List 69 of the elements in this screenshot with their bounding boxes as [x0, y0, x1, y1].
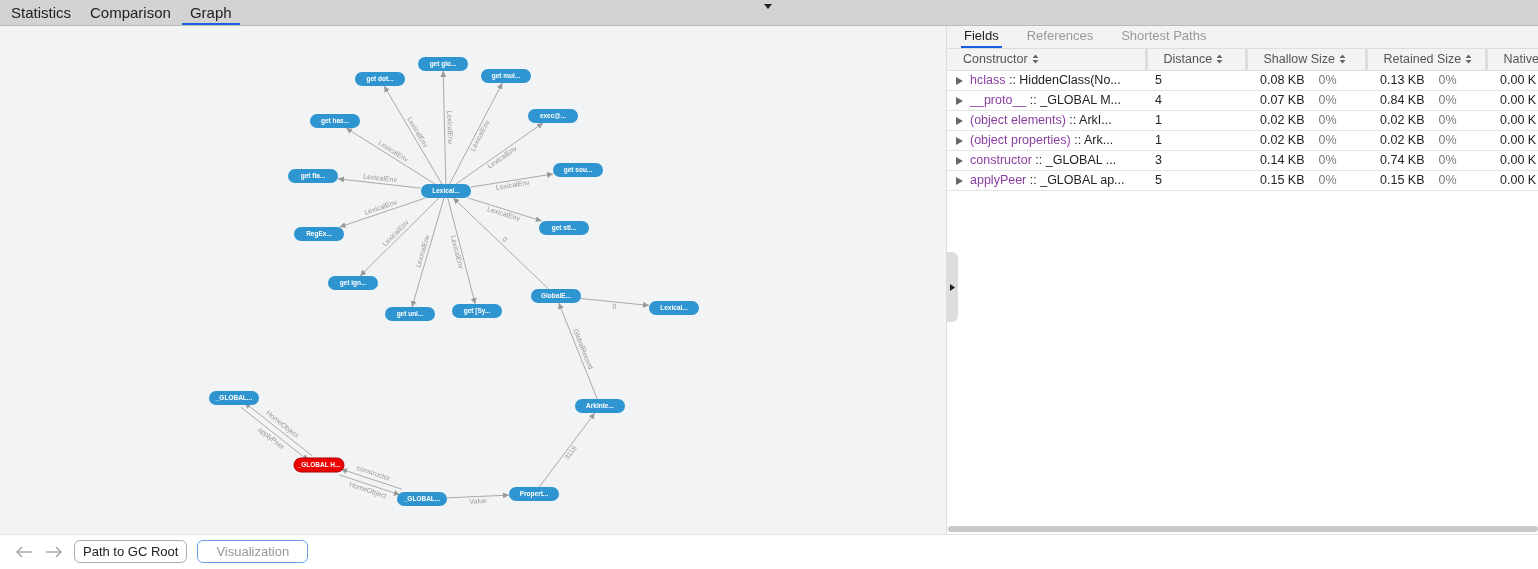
view-tab[interactable]: Statistics: [3, 0, 79, 25]
detail-tab[interactable]: References: [1023, 26, 1097, 48]
expand-arrow-icon[interactable]: [956, 156, 963, 165]
size-percent: 0%: [1318, 133, 1337, 148]
expand-arrow-icon[interactable]: [956, 96, 963, 105]
field-name: hclass: [970, 73, 1006, 88]
shallow-size: 0.08 KB: [1260, 73, 1305, 88]
retained-size: 0.02 KB: [1380, 113, 1425, 128]
expand-arrow-icon[interactable]: [956, 116, 963, 125]
native-size: 0.00 K: [1486, 170, 1538, 191]
retained-size: 0.15 KB: [1380, 173, 1425, 188]
size-percent: 0%: [1318, 73, 1337, 88]
native-size: 0.00 K: [1486, 90, 1538, 111]
distance-cell: 4: [1146, 90, 1246, 111]
view-button[interactable]: Path to GC Root: [74, 540, 188, 563]
field-type: :: _GLOBAL ...: [1035, 153, 1117, 168]
field-type: :: HiddenClass(No...: [1008, 73, 1121, 88]
field-name: applyPeer: [970, 173, 1027, 188]
size-percent: 0%: [1318, 153, 1337, 168]
size-percent: 0%: [1438, 133, 1457, 148]
field-type: :: _GLOBAL ap...: [1029, 173, 1125, 188]
shallow-size: 0.15 KB: [1260, 173, 1305, 188]
field-name: (object elements): [970, 113, 1066, 128]
sort-icon[interactable]: [1465, 54, 1473, 65]
collapse-arrow-icon: [950, 283, 955, 291]
size-percent: 0%: [1438, 93, 1457, 108]
field-type: :: ArkI...: [1069, 113, 1112, 128]
size-percent: 0%: [1318, 173, 1337, 188]
sort-icon[interactable]: [1031, 54, 1039, 65]
distance-cell: 5: [1146, 70, 1246, 91]
native-size: 0.00 K: [1486, 130, 1538, 151]
shallow-size: 0.02 KB: [1260, 113, 1305, 128]
size-percent: 0%: [1318, 113, 1337, 128]
distance-cell: 1: [1146, 130, 1246, 151]
view-button[interactable]: Visualization: [197, 540, 309, 563]
field-name: __proto__: [970, 93, 1027, 108]
retained-size: 0.13 KB: [1380, 73, 1425, 88]
field-name: constructor: [970, 153, 1032, 168]
edge-arrow: [446, 492, 510, 499]
field-type: :: Ark...: [1074, 133, 1114, 148]
sort-icon[interactable]: [1339, 54, 1347, 65]
distance-cell: 5: [1146, 170, 1246, 191]
shallow-size: 0.14 KB: [1260, 153, 1305, 168]
collapse-handle[interactable]: [947, 252, 958, 322]
sort-icon[interactable]: [1216, 54, 1224, 65]
view-tab[interactable]: Comparison: [82, 0, 179, 25]
dropdown-caret-icon[interactable]: [763, 3, 773, 10]
shallow-size: 0.02 KB: [1260, 133, 1305, 148]
field-type: :: _GLOBAL M...: [1029, 93, 1122, 108]
retained-size: 0.74 KB: [1380, 153, 1425, 168]
expand-arrow-icon[interactable]: [956, 176, 963, 185]
field-name: (object properties): [970, 133, 1071, 148]
retained-size: 0.84 KB: [1380, 93, 1425, 108]
shallow-size: 0.07 KB: [1260, 93, 1305, 108]
distance-cell: 3: [1146, 150, 1246, 171]
distance-cell: 1: [1146, 110, 1246, 131]
expand-arrow-icon[interactable]: [956, 76, 963, 85]
retained-size: 0.02 KB: [1380, 133, 1425, 148]
native-size: 0.00 K: [1486, 70, 1538, 91]
size-percent: 0%: [1438, 113, 1457, 128]
size-percent: 0%: [1438, 173, 1457, 188]
size-percent: 0%: [1438, 73, 1457, 88]
expand-arrow-icon[interactable]: [956, 136, 963, 145]
native-size: 0.00 K: [1486, 110, 1538, 131]
horizontal-scrollbar[interactable]: [948, 526, 1538, 532]
detail-tab[interactable]: Shortest Paths: [1118, 26, 1210, 48]
size-percent: 0%: [1318, 93, 1337, 108]
size-percent: 0%: [1438, 153, 1457, 168]
native-size: 0.00 K: [1486, 150, 1538, 171]
